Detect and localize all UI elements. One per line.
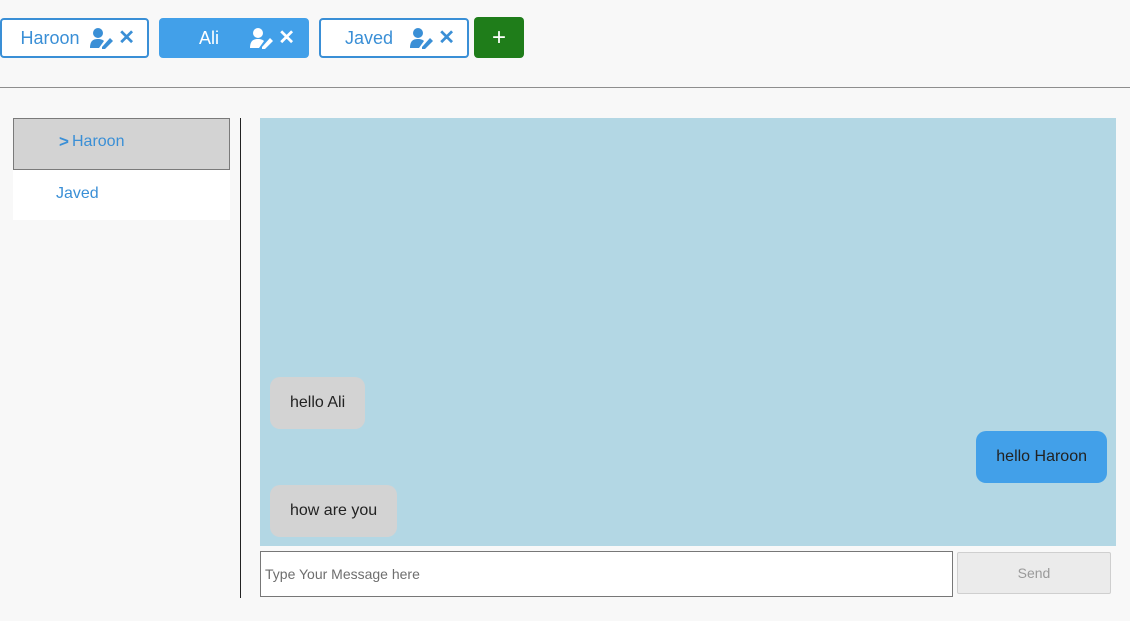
panel-divider	[240, 118, 241, 598]
user-edit-icon[interactable]	[250, 27, 274, 49]
tab-label: Ali	[198, 28, 219, 48]
sidebar-item-haroon[interactable]: > Haroon	[13, 118, 230, 170]
close-icon[interactable]: ✕	[278, 28, 295, 48]
tab-javed[interactable]: Javed ✕	[319, 18, 469, 58]
conversation-list: > Haroon Javed	[13, 118, 230, 220]
tab-haroon[interactable]: Haroon ✕	[0, 18, 149, 58]
user-edit-icon[interactable]	[410, 27, 434, 49]
close-icon[interactable]: ✕	[438, 28, 455, 48]
message-bubble-outgoing: hello Haroon	[976, 431, 1107, 483]
send-button[interactable]: Send	[957, 552, 1111, 594]
message-bubble-incoming: how are you	[270, 485, 398, 537]
tab-ali[interactable]: Ali ✕	[159, 18, 309, 58]
message-bubble-incoming: hello Ali	[270, 377, 366, 429]
sidebar-item-label: Haroon	[72, 133, 125, 150]
sidebar-item-javed[interactable]: Javed	[13, 170, 230, 220]
user-tabs-bar: Haroon ✕ Ali ✕ Javed ✕ +	[0, 0, 1130, 88]
close-icon[interactable]: ✕	[118, 28, 135, 48]
chat-messages-area: hello Ali hello Haroon how are you	[260, 118, 1116, 546]
user-edit-icon[interactable]	[90, 27, 114, 49]
message-input[interactable]	[260, 551, 953, 597]
tab-label: Javed	[344, 28, 394, 48]
add-user-button[interactable]: +	[474, 17, 524, 58]
tab-label: Haroon	[20, 28, 80, 48]
sidebar-item-label: Javed	[56, 185, 99, 202]
chevron-right-icon: >	[59, 132, 69, 151]
